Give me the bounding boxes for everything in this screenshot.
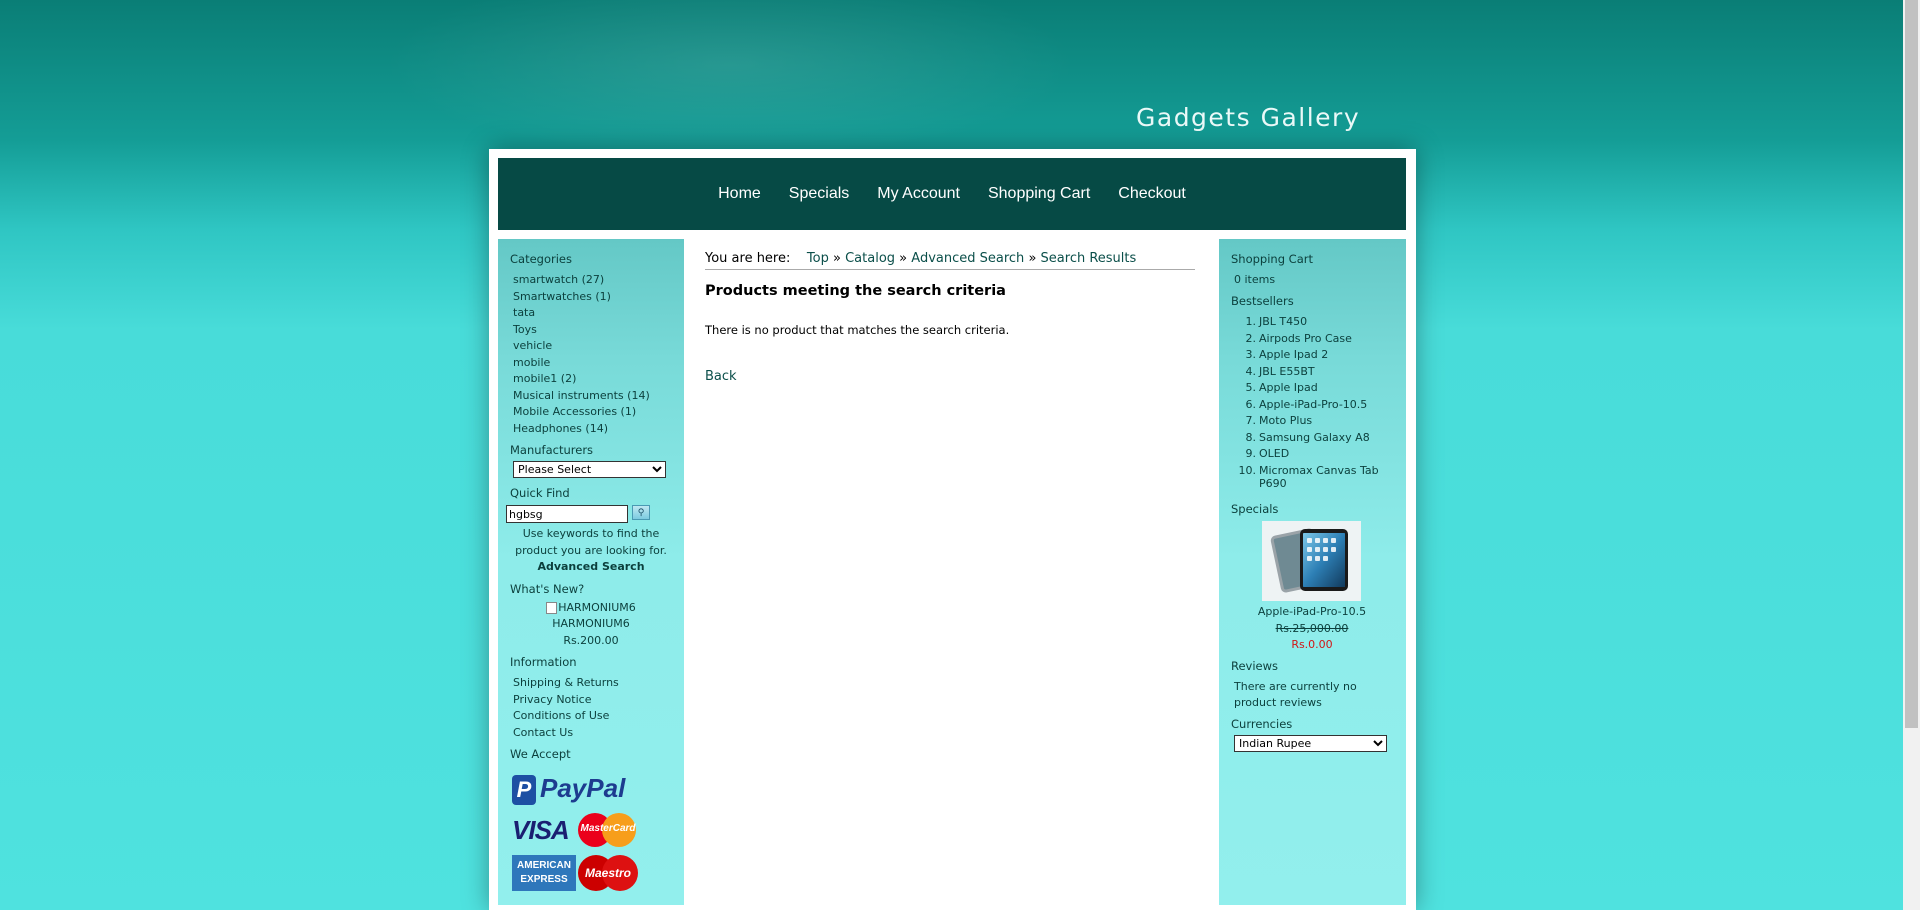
category-item[interactable]: Smartwatches (1) — [513, 290, 611, 303]
bestseller-item[interactable]: 7. Moto Plus — [1231, 414, 1313, 427]
maestro-logo: Maestro — [578, 855, 638, 891]
info-link-contact[interactable]: Contact Us — [513, 726, 573, 739]
ipad-image — [1262, 521, 1361, 601]
currency-select[interactable]: Indian Rupee — [1234, 735, 1387, 752]
site-title: Gadgets Gallery — [1136, 103, 1361, 132]
bestseller-item[interactable]: 2. Airpods Pro Case — [1231, 332, 1352, 345]
main-content: You are here: Top » Catalog » Advanced S… — [705, 239, 1195, 905]
whatsnew-image[interactable]: HARMONIUM6 — [498, 601, 684, 614]
category-item[interactable]: Mobile Accessories (1) — [513, 405, 636, 418]
bestsellers-heading: Bestsellers — [1231, 294, 1294, 308]
info-link-conditions[interactable]: Conditions of Use — [513, 709, 609, 722]
amex-logo: AMERICAN EXPRESS — [512, 855, 576, 891]
breadcrumb-separator: » — [899, 251, 908, 266]
bestseller-item[interactable]: 4. JBL E55BT — [1231, 365, 1315, 378]
scrollbar-thumb[interactable] — [1905, 0, 1918, 728]
whatsnew-image-alt: HARMONIUM6 — [558, 601, 636, 614]
paypal-p-icon: P — [512, 775, 536, 806]
bestseller-item[interactable]: 8. Samsung Galaxy A8 — [1231, 431, 1370, 444]
special-product-image[interactable] — [1262, 521, 1361, 601]
search-input[interactable] — [506, 505, 628, 523]
manufacturers-heading: Manufacturers — [510, 443, 594, 457]
bestseller-item[interactable]: 9. OLED — [1231, 447, 1290, 460]
categories-heading: Categories — [510, 252, 572, 266]
info-link-shipping[interactable]: Shipping & Returns — [513, 676, 619, 689]
advanced-search-link[interactable]: Advanced Search — [498, 560, 684, 573]
whatsnew-heading: What's New? — [510, 582, 585, 596]
weaccept-heading: We Accept — [510, 747, 571, 761]
nav-my-account[interactable]: My Account — [863, 185, 974, 203]
reviews-heading[interactable]: Reviews — [1231, 659, 1278, 673]
page-title: Products meeting the search criteria — [705, 283, 1006, 299]
search-hint-line2: product you are looking for. — [515, 544, 667, 557]
paypal-logo: P PayPal — [512, 773, 625, 806]
nav-checkout[interactable]: Checkout — [1104, 185, 1200, 203]
breadcrumb-top[interactable]: Top — [807, 251, 829, 266]
reviews-text-line2: product reviews — [1234, 696, 1322, 709]
nav-specials[interactable]: Specials — [775, 185, 863, 203]
special-product-name[interactable]: Apple-iPad-Pro-10.5 — [1219, 605, 1405, 618]
information-heading: Information — [510, 655, 577, 669]
category-item[interactable]: vehicle — [513, 339, 552, 352]
main-nav: Home Specials My Account Shopping Cart C… — [498, 158, 1406, 230]
bestseller-item[interactable]: 10. Micromax Canvas Tab P690 — [1231, 464, 1401, 490]
special-new-price: Rs.0.00 — [1291, 638, 1333, 651]
currencies-heading: Currencies — [1231, 717, 1293, 731]
right-column: Shopping Cart 0 items Bestsellers 1. JBL … — [1219, 239, 1406, 905]
cart-items: 0 items — [1234, 273, 1276, 286]
breadcrumb-separator: » — [832, 251, 841, 266]
mastercard-logo: MasterCard — [578, 813, 638, 847]
category-item[interactable]: mobile — [513, 356, 550, 369]
breadcrumb-catalog[interactable]: Catalog — [845, 251, 895, 266]
whatsnew-price: Rs.200.00 — [563, 634, 619, 647]
breadcrumb-prefix: You are here: — [705, 251, 791, 266]
header-texture — [380, 0, 1080, 160]
breadcrumb-advanced-search[interactable]: Advanced Search — [911, 251, 1024, 266]
whatsnew-product-name[interactable]: HARMONIUM6 — [498, 617, 684, 630]
category-item[interactable]: Headphones (14) — [513, 422, 608, 435]
page-wrapper: Home Specials My Account Shopping Cart C… — [489, 149, 1416, 910]
back-link[interactable]: Back — [705, 369, 737, 384]
visa-logo: VISA — [512, 815, 570, 845]
no-results-message: There is no product that matches the sea… — [705, 323, 1010, 337]
cart-heading[interactable]: Shopping Cart — [1231, 252, 1313, 266]
breadcrumb-search-results[interactable]: Search Results — [1041, 251, 1137, 266]
bestseller-item[interactable]: 5. Apple Ipad — [1231, 381, 1318, 394]
payment-logos: P PayPal VISA MasterCard AMERICAN EXPRESS… — [512, 773, 652, 893]
left-column: Categories smartwatch (27) Smartwatches … — [498, 239, 684, 905]
quickfind-heading: Quick Find — [510, 486, 570, 500]
breadcrumb: You are here: Top » Catalog » Advanced S… — [705, 251, 1195, 270]
bestseller-item[interactable]: 6. Apple-iPad-Pro-10.5 — [1231, 398, 1368, 411]
nav-home[interactable]: Home — [704, 185, 775, 203]
search-button[interactable]: ⚲ — [632, 505, 650, 520]
info-link-privacy[interactable]: Privacy Notice — [513, 693, 591, 706]
scrollbar[interactable] — [1903, 0, 1920, 910]
category-item[interactable]: smartwatch (27) — [513, 273, 604, 286]
bestseller-item[interactable]: 1. JBL T450 — [1231, 315, 1308, 328]
category-item[interactable]: Toys — [513, 323, 537, 336]
special-old-price: Rs.25,000.00 — [1275, 622, 1349, 635]
search-icon: ⚲ — [637, 507, 645, 518]
category-item[interactable]: mobile1 (2) — [513, 372, 576, 385]
search-hint-line1: Use keywords to find the — [522, 527, 660, 540]
specials-heading: Specials — [1231, 502, 1279, 516]
category-item[interactable]: Musical instruments (14) — [513, 389, 650, 402]
reviews-text-line1: There are currently no — [1234, 680, 1357, 693]
nav-shopping-cart[interactable]: Shopping Cart — [974, 185, 1104, 203]
breadcrumb-separator: » — [1028, 251, 1037, 266]
manufacturers-select[interactable]: Please Select — [513, 461, 666, 478]
bestseller-item[interactable]: 3. Apple Ipad 2 — [1231, 348, 1329, 361]
category-item[interactable]: tata — [513, 306, 535, 319]
broken-image-icon — [546, 602, 558, 614]
